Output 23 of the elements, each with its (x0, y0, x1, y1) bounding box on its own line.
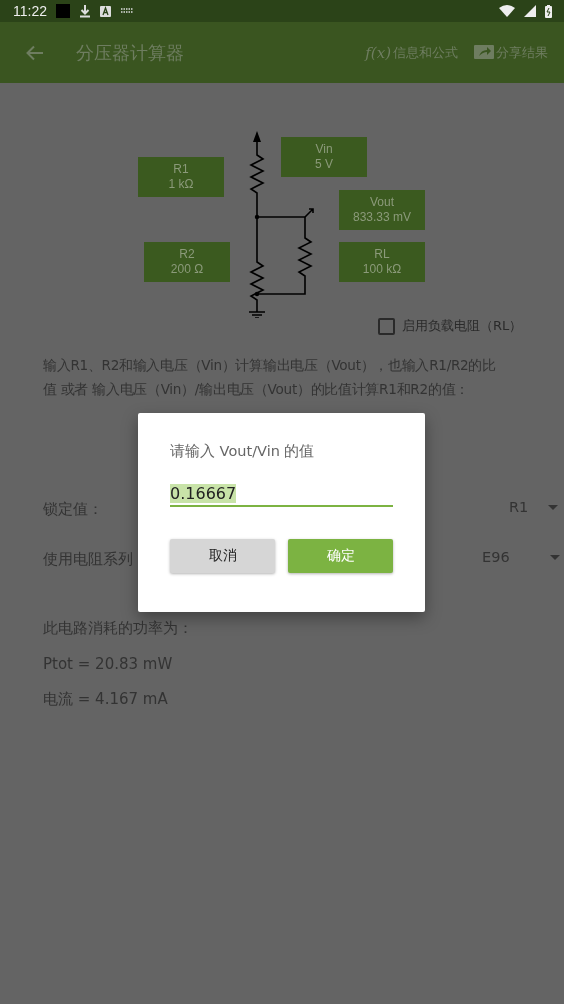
value-box[interactable]: R2 200 Ω (144, 242, 230, 282)
value-box[interactable]: RL 100 kΩ (339, 242, 425, 282)
status-time: 11:22 (13, 3, 47, 19)
value-box[interactable]: Vout 833.33 mV (339, 190, 425, 230)
signal-icon (524, 5, 536, 17)
value-box[interactable]: R1 1 kΩ (138, 157, 224, 197)
cancel-button[interactable]: 取消 (170, 539, 275, 573)
notification-icon (56, 4, 70, 18)
dialog-title: 请输入 Vout/Vin 的值 (170, 442, 316, 461)
keyboard-icon (120, 7, 134, 15)
confirm-button[interactable]: 确定 (288, 539, 393, 573)
share-action[interactable]: 分享结果 (474, 43, 548, 62)
back-arrow-icon[interactable] (26, 44, 44, 61)
input-field[interactable]: 0.16667 (170, 484, 393, 507)
download-icon (79, 4, 91, 18)
share-icon (474, 44, 494, 61)
formula-info-action[interactable]: f(x)信息和公式 (365, 43, 458, 62)
letter-icon (100, 5, 111, 17)
app-title: 分压器计算器 (76, 40, 184, 65)
battery-icon (545, 4, 552, 18)
value-box[interactable]: Vin 5 V (281, 137, 367, 177)
load-checkbox[interactable] (378, 317, 395, 335)
wifi-icon (499, 5, 515, 17)
